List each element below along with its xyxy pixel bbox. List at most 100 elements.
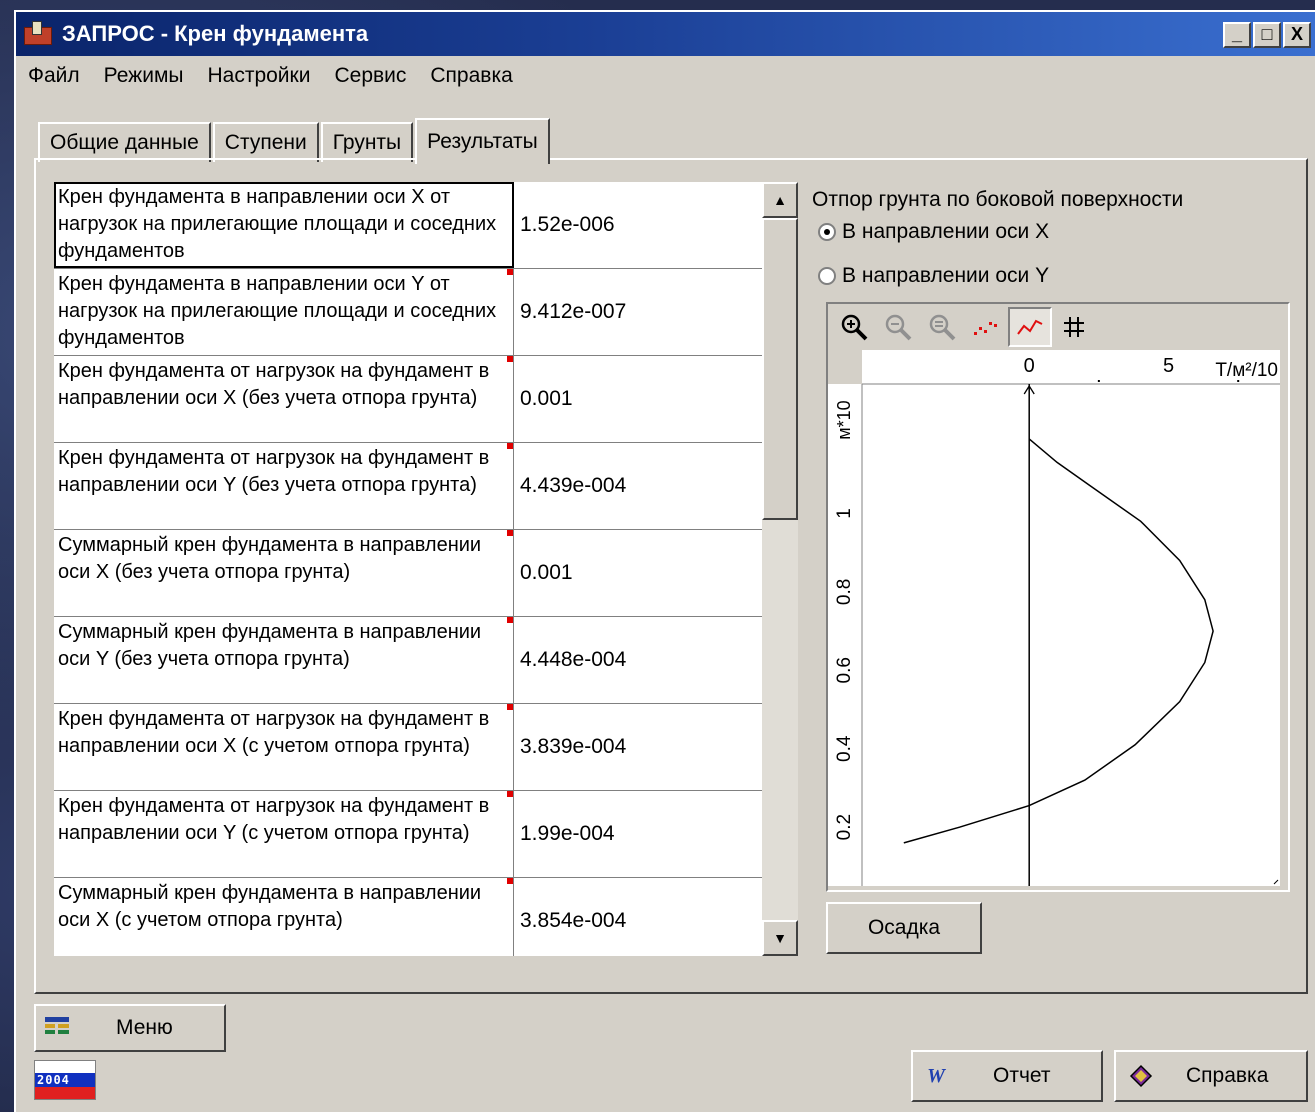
table-row[interactable]: Крен фундамента в направлении оси Y от н… (54, 269, 762, 356)
report-button-label: Отчет (993, 1064, 1051, 1087)
soil-resistance-chart: 0 5 Т/м²/10 0.2 0.4 0.6 0.8 1 м*10 (828, 350, 1280, 886)
chart-panel: 0 5 Т/м²/10 0.2 0.4 0.6 0.8 1 м*10 (826, 302, 1290, 892)
result-label: Крен фундамента от нагрузок на фундамент… (54, 356, 514, 442)
y-axis-label: м*10 (834, 400, 854, 439)
x-tick-label: 0 (1024, 355, 1035, 377)
report-button[interactable]: W Отчет (911, 1050, 1103, 1102)
table-row[interactable]: Крен фундамента от нагрузок на фундамент… (54, 704, 762, 791)
result-label: Суммарный крен фундамента в направлении … (54, 530, 514, 616)
points-icon[interactable] (964, 307, 1008, 347)
line-icon[interactable] (1008, 307, 1052, 347)
app-icon (20, 19, 58, 49)
menu-grid-icon (42, 1013, 72, 1043)
title-bar[interactable]: ЗАПРОС - Крен фундамента _ □ X (16, 12, 1315, 56)
y-tick-label: 0.8 (834, 579, 855, 605)
x-axis-label: Т/м²/10 (1215, 360, 1278, 381)
plot-area (862, 384, 1280, 886)
table-row[interactable]: Крен фундамента от нагрузок на фундамент… (54, 791, 762, 878)
result-label: Крен фундамента от нагрузок на фундамент… (54, 704, 514, 790)
menu-service[interactable]: Сервис (322, 64, 418, 88)
menu-modes[interactable]: Режимы (92, 64, 196, 88)
result-value: 0.001 (520, 387, 573, 410)
tab-general[interactable]: Общие данные (38, 122, 211, 162)
x-tick-label: 5 (1163, 355, 1174, 377)
result-label: Крен фундамента в направлении оси Y от н… (54, 269, 514, 355)
result-value: 3.854e-004 (520, 909, 627, 932)
menu-file[interactable]: Файл (16, 64, 92, 88)
radio-y-label: В направлении оси Y (842, 264, 1050, 287)
x-minor-tick (1097, 380, 1100, 382)
result-label: Суммарный крен фундамента в направлении … (54, 617, 514, 703)
results-scrollbar[interactable]: ▲ ▼ (762, 182, 798, 956)
window-title: ЗАПРОС - Крен фундамента (62, 21, 369, 46)
table-row[interactable]: Суммарный крен фундамента в направлении … (54, 617, 762, 704)
chart-toolbar (828, 304, 1288, 350)
radio-axis-y[interactable]: В направлении оси Y (818, 264, 1049, 288)
zoom-reset-icon[interactable] (920, 307, 964, 347)
help-button-label: Справка (1186, 1064, 1269, 1087)
radio-x-label: В направлении оси X (842, 220, 1050, 243)
menu-settings[interactable]: Настройки (195, 64, 322, 88)
y-tick-label: 0.4 (834, 735, 855, 762)
grid-icon[interactable] (1052, 307, 1096, 347)
help-book-icon (1126, 1061, 1156, 1091)
radio-y-circle[interactable] (818, 267, 836, 285)
main-window: ЗАПРОС - Крен фундамента _ □ X Файл Режи… (14, 10, 1315, 1112)
tab-soils[interactable]: Грунты (320, 122, 414, 162)
arrow-down-icon: ▼ (773, 930, 787, 946)
arrow-up-icon: ▲ (773, 192, 787, 208)
results-grid[interactable]: Крен фундамента в направлении оси X от н… (54, 182, 762, 956)
logo-2004: 2004 (34, 1060, 96, 1100)
result-value: 4.448e-004 (520, 648, 627, 671)
menu-button-label: Меню (116, 1016, 173, 1039)
result-value: 0.001 (520, 561, 573, 584)
result-value: 1.99e-004 (520, 822, 615, 845)
scroll-thumb[interactable] (762, 218, 798, 520)
row-marker (507, 878, 513, 884)
table-row[interactable]: Суммарный крен фундамента в направлении … (54, 530, 762, 617)
table-row[interactable]: Крен фундамента в направлении оси X от н… (54, 182, 762, 269)
menu-button[interactable]: Меню (34, 1004, 226, 1052)
tab-strip: Общие данные Ступени Грунты Результаты (38, 116, 552, 164)
row-marker (507, 356, 513, 362)
scroll-up-button[interactable]: ▲ (762, 182, 798, 218)
table-row[interactable]: Суммарный крен фундамента в направлении … (54, 878, 762, 956)
y-tick-label: 0.2 (834, 814, 855, 840)
help-button[interactable]: Справка (1114, 1050, 1308, 1102)
row-marker (507, 704, 513, 710)
result-label: Крен фундамента от нагрузок на фундамент… (54, 443, 514, 529)
result-value: 9.412e-007 (520, 300, 627, 323)
y-axis-strip (828, 384, 862, 886)
row-marker (507, 617, 513, 623)
settlement-label: Осадка (867, 916, 941, 939)
tab-results[interactable]: Результаты (415, 118, 550, 164)
logo-text: 2004 (35, 1073, 95, 1087)
minimize-button[interactable]: _ (1223, 22, 1251, 48)
row-marker (507, 791, 513, 797)
row-marker (507, 443, 513, 449)
resistance-title: Отпор грунта по боковой поверхности (812, 188, 1184, 211)
word-icon: W (927, 1064, 945, 1087)
result-label: Суммарный крен фундамента в направлении … (54, 878, 514, 956)
close-button[interactable]: X (1283, 22, 1311, 48)
y-tick-label: 0.6 (834, 657, 855, 683)
maximize-button[interactable]: □ (1253, 22, 1281, 48)
result-label: Крен фундамента от нагрузок на фундамент… (54, 791, 514, 877)
result-value: 4.439e-004 (520, 474, 627, 497)
row-marker (507, 269, 513, 275)
result-label: Крен фундамента в направлении оси X от н… (54, 182, 514, 268)
zoom-out-icon[interactable] (876, 307, 920, 347)
tab-steps[interactable]: Ступени (212, 122, 319, 162)
menu-help[interactable]: Справка (418, 64, 524, 88)
menu-bar: Файл Режимы Настройки Сервис Справка (16, 60, 525, 92)
result-value: 3.839e-004 (520, 735, 627, 758)
table-row[interactable]: Крен фундамента от нагрузок на фундамент… (54, 356, 762, 443)
result-value: 1.52e-006 (520, 213, 615, 236)
y-tick-label: 1 (834, 508, 855, 519)
settlement-button[interactable]: Осадка (826, 902, 982, 954)
zoom-in-icon[interactable] (832, 307, 876, 347)
table-row[interactable]: Крен фундамента от нагрузок на фундамент… (54, 443, 762, 530)
scroll-down-button[interactable]: ▼ (762, 920, 798, 956)
radio-axis-x[interactable]: В направлении оси X (818, 220, 1049, 244)
radio-x-circle[interactable] (818, 223, 836, 241)
